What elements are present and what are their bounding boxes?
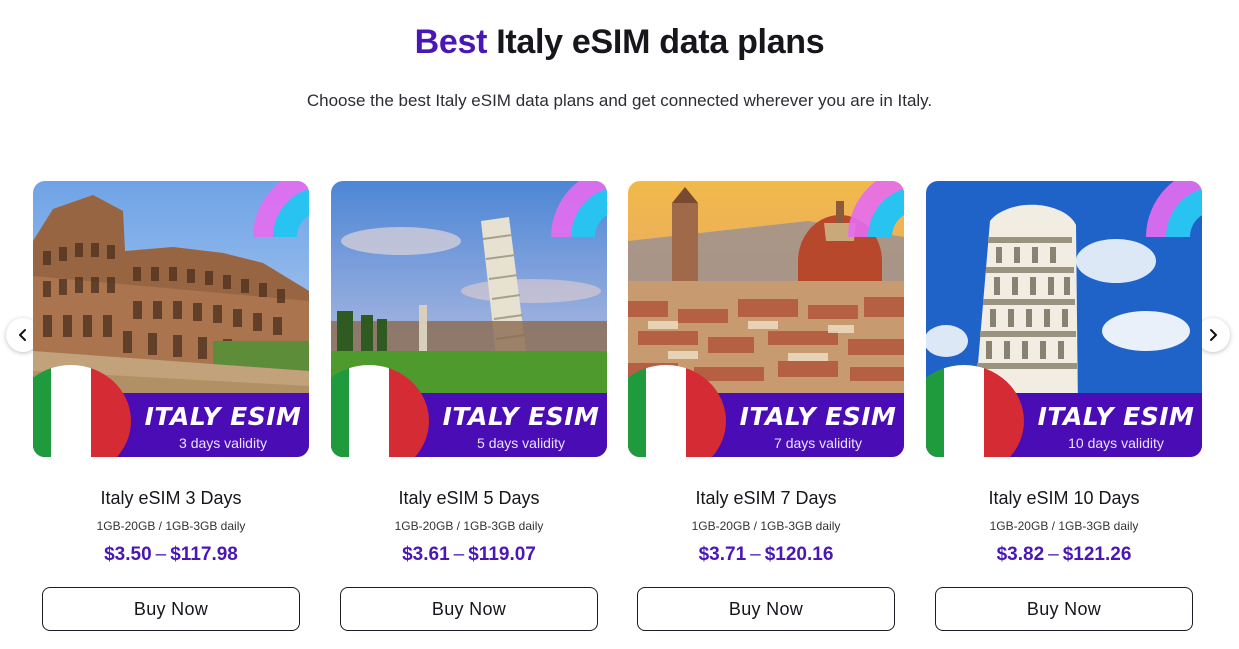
- plan-image-colosseum[interactable]: ITALY ESIM 3 days validity: [33, 181, 309, 457]
- plan-name[interactable]: Italy eSIM 5 Days: [331, 487, 607, 509]
- price-separator: –: [750, 544, 761, 565]
- price-max: $117.98: [170, 544, 238, 565]
- banner-title: ITALY ESIM: [442, 402, 600, 431]
- plan-image-pisa[interactable]: ITALY ESIM 5 days validity: [331, 181, 607, 457]
- banner-title: ITALY ESIM: [739, 402, 897, 431]
- price-max: $120.16: [764, 544, 834, 565]
- chevron-left-icon: [19, 329, 26, 341]
- brand-logo-icon: [1146, 181, 1202, 237]
- plan-data: 1GB-20GB / 1GB-3GB daily: [394, 519, 544, 533]
- plan-data: 1GB-20GB / 1GB-3GB daily: [96, 519, 246, 533]
- plan-card: ITALY ESIM 3 days validity Italy eSIM 3 …: [33, 181, 309, 631]
- image-banner: ITALY ESIM 10 days validity: [926, 365, 1202, 457]
- buy-now-button[interactable]: Buy Now: [637, 587, 895, 631]
- plan-card: ITALY ESIM 5 days validity Italy eSIM 5 …: [331, 181, 607, 631]
- plan-name[interactable]: Italy eSIM 3 Days: [33, 487, 309, 509]
- brand-logo-icon: [253, 181, 309, 237]
- image-banner: ITALY ESIM 3 days validity: [33, 365, 309, 457]
- plan-name[interactable]: Italy eSIM 10 Days: [926, 487, 1202, 509]
- banner-validity: 7 days validity: [774, 435, 862, 451]
- plan-image-pisa-closeup[interactable]: ITALY ESIM 10 days validity: [926, 181, 1202, 457]
- price-min: $3.82: [996, 544, 1045, 565]
- banner-title: ITALY ESIM: [1037, 402, 1195, 431]
- plan-data: 1GB-20GB / 1GB-3GB daily: [989, 519, 1139, 533]
- buy-now-button[interactable]: Buy Now: [42, 587, 300, 631]
- page-subtitle: Choose the best Italy eSIM data plans an…: [306, 91, 933, 110]
- plan-price: $3.50– $117.98: [33, 543, 309, 567]
- price-min: $3.71: [698, 544, 747, 565]
- plan-image-florence[interactable]: ITALY ESIM 7 days validity: [628, 181, 904, 457]
- price-separator: –: [155, 544, 167, 565]
- banner-validity: 3 days validity: [179, 435, 267, 451]
- plan-name[interactable]: Italy eSIM 7 Days: [628, 487, 904, 509]
- plan-card: ITALY ESIM 7 days validity Italy eSIM 7 …: [628, 181, 904, 631]
- price-min: $3.50: [104, 544, 152, 565]
- buy-now-button[interactable]: Buy Now: [935, 587, 1193, 631]
- plan-card: ITALY ESIM 10 days validity Italy eSIM 1…: [926, 181, 1202, 631]
- price-separator: –: [1048, 544, 1059, 565]
- image-banner: ITALY ESIM 5 days validity: [331, 365, 607, 457]
- price-max: $121.26: [1062, 544, 1132, 565]
- title-rest: Italy eSIM data plans: [496, 23, 825, 61]
- page-title: Best Italy eSIM data plans: [0, 22, 1239, 62]
- brand-logo-icon: [551, 181, 607, 237]
- banner-validity: 5 days validity: [477, 435, 565, 451]
- plan-data: 1GB-20GB / 1GB-3GB daily: [691, 519, 841, 533]
- banner-title: ITALY ESIM: [144, 402, 302, 431]
- image-banner: ITALY ESIM 7 days validity: [628, 365, 904, 457]
- plan-price: $3.82– $121.26: [926, 543, 1202, 567]
- banner-validity: 10 days validity: [1068, 435, 1164, 451]
- title-accent: Best: [414, 23, 488, 61]
- plan-price: $3.71– $120.16: [628, 543, 904, 567]
- price-min: $3.61: [402, 544, 450, 565]
- chevron-right-icon: [1210, 329, 1217, 341]
- price-separator: –: [453, 544, 465, 565]
- buy-now-button[interactable]: Buy Now: [340, 587, 598, 631]
- brand-logo-icon: [848, 181, 904, 237]
- price-max: $119.07: [468, 544, 536, 565]
- plan-price: $3.61– $119.07: [331, 543, 607, 567]
